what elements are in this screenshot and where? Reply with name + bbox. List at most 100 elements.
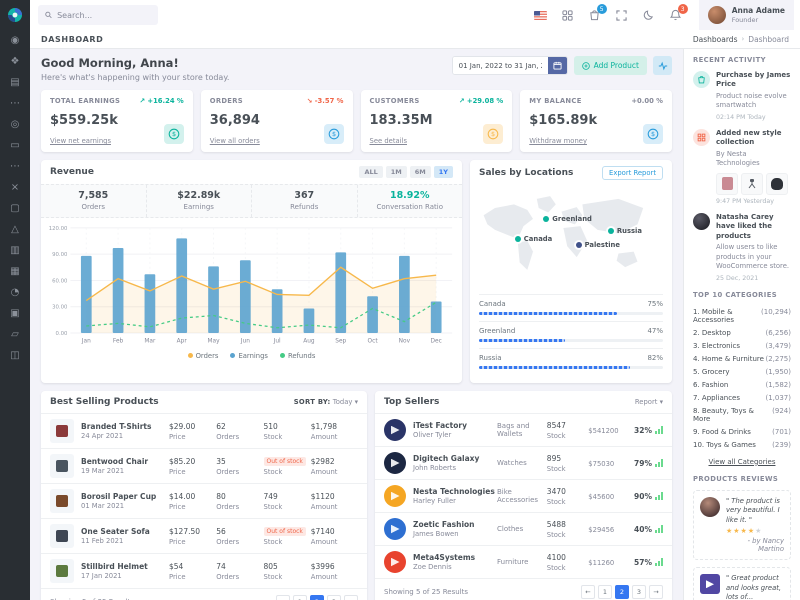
product-name[interactable]: Stillbird Helmet [81,562,169,572]
fullscreen-button[interactable] [615,8,629,22]
seller-company[interactable]: Digitech Galaxy [413,454,497,463]
activity-title[interactable]: Added new style collection [716,129,791,148]
date-range-picker[interactable] [452,56,568,75]
sidebar-nav-item[interactable]: ▤ [0,72,30,93]
map-marker[interactable]: Greenland [543,215,592,223]
activity-title[interactable]: Purchase by James Price [716,71,791,90]
bag-thumbnail[interactable] [766,173,788,195]
map-marker[interactable]: Canada [515,235,552,243]
page-button[interactable]: 3 [632,585,646,599]
sidebar-nav-item[interactable]: ◉ [0,30,30,51]
seller-company[interactable]: Nesta Technologies [413,487,497,496]
sidebar-nav-item[interactable]: ▱ [0,324,30,345]
revenue-filter-chip[interactable]: 1M [386,166,407,178]
table-row[interactable]: Stillbird Helmet 17 Jan 2021 $54Price 74… [41,553,367,588]
seller-company[interactable]: Zoetic Fashion [413,520,497,529]
category-row[interactable]: 9. Food & Drinks (701) [693,426,791,439]
product-name[interactable]: Bentwood Chair [81,457,169,467]
page-button[interactable]: 1 [598,585,612,599]
category-row[interactable]: 4. Home & Furniture (2,275) [693,353,791,366]
category-row[interactable]: 5. Grocery (1,950) [693,366,791,379]
app-logo[interactable] [0,0,30,30]
category-row[interactable]: 8. Beauty, Toys & More (924) [693,405,791,426]
product-name[interactable]: Branded T-Shirts [81,422,169,432]
page-button[interactable]: → [344,595,358,600]
sidebar-nav-item[interactable]: ▣ [0,303,30,324]
page-button[interactable]: 1 [293,595,307,600]
seller-company[interactable]: Meta4Systems [413,553,497,562]
seller-amount: $11260 [588,559,630,567]
sidebar-nav-item[interactable]: ▢ [0,198,30,219]
calendar-button[interactable] [548,57,567,74]
jacket-thumbnail[interactable] [716,173,738,195]
sidebar-nav-item[interactable]: ▥ [0,240,30,261]
table-row[interactable]: Zoetic Fashion James Bowen Clothes 5488S… [375,512,672,545]
sidebar-nav-item[interactable]: ◔ [0,282,30,303]
sidebar-nav-item[interactable]: × [0,177,30,198]
sidebar-nav-item[interactable]: ❖ [0,51,30,72]
table-row[interactable]: Meta4Systems Zoe Dennis Furniture 4100St… [375,545,672,578]
language-flag-button[interactable] [534,8,548,22]
sort-by-dropdown[interactable]: SORT BY: Today ▾ [294,398,358,406]
category-row[interactable]: 6. Fashion (1,582) [693,379,791,392]
table-row[interactable]: iTest Factory Oliver Tyler Bags and Wall… [375,413,672,446]
view-all-categories-link[interactable]: View all Categories [693,458,791,466]
revenue-filter-chip[interactable]: 1Y [434,166,453,178]
breadcrumb-current: Dashboard [748,35,789,44]
page-button[interactable]: 2 [310,595,324,600]
sidebar-nav-item[interactable]: △ [0,219,30,240]
activity-pulse-button[interactable] [653,56,672,75]
legend-item[interactable]: Earnings [230,352,268,360]
table-row[interactable]: Nesta Technologies Harley Fuller Bike Ac… [375,479,672,512]
apps-grid-button[interactable] [561,8,575,22]
category-row[interactable]: 3. Electronics (3,479) [693,340,791,353]
sidebar-nav-item[interactable]: ⋯ [0,93,30,114]
legend-item[interactable]: Refunds [280,352,315,360]
stat-link[interactable]: View net earnings [50,137,111,145]
sidebar-nav-item[interactable]: ▭ [0,135,30,156]
page-button[interactable]: ← [276,595,290,600]
stat-link[interactable]: View all orders [210,137,260,145]
category-row[interactable]: 2. Desktop (6,256) [693,327,791,340]
search-input[interactable] [57,11,151,20]
table-row[interactable]: Digitech Galaxy John Roberts Watches 895… [375,446,672,479]
breadcrumb-root[interactable]: Dashboards [693,35,738,44]
page-button[interactable]: → [649,585,663,599]
date-range-input[interactable] [453,57,548,74]
stat-link[interactable]: Withdraw money [529,137,587,145]
notifications-button[interactable]: 3 [669,8,683,22]
product-name[interactable]: Borosil Paper Cup [81,492,169,502]
sidebar-nav-item[interactable]: ◫ [0,345,30,366]
tripod-thumbnail[interactable] [741,173,763,195]
table-row[interactable]: Branded T-Shirts 24 Apr 2021 $29.00Price… [41,413,367,448]
page-button[interactable]: ← [581,585,595,599]
map-marker[interactable]: Russia [608,227,642,235]
product-name[interactable]: One Seater Sofa [81,527,169,537]
stat-link[interactable]: See details [370,137,407,145]
user-avatar [708,6,726,24]
category-row[interactable]: 10. Toys & Games (239) [693,439,791,452]
revenue-filter-chip[interactable]: 6M [410,166,431,178]
table-row[interactable]: One Seater Sofa 11 Feb 2021 $127.50Price… [41,518,367,553]
sidebar-nav-item[interactable]: ⋯ [0,156,30,177]
dark-mode-button[interactable] [642,8,656,22]
page-button[interactable]: 3 [327,595,341,600]
category-row[interactable]: 1. Mobile & Accessories (10,294) [693,306,791,327]
table-row[interactable]: Borosil Paper Cup 01 Mar 2021 $14.00Pric… [41,483,367,518]
search-box[interactable] [38,5,158,25]
add-product-button[interactable]: Add Product [574,56,647,75]
seller-company[interactable]: iTest Factory [413,421,497,430]
category-row[interactable]: 7. Appliances (1,037) [693,392,791,405]
sidebar-nav-item[interactable]: ◎ [0,114,30,135]
sidebar-nav-item[interactable]: ▦ [0,261,30,282]
legend-item[interactable]: Orders [188,352,219,360]
export-report-button[interactable]: Export Report [602,166,663,180]
map-marker[interactable]: Palestine [576,241,620,249]
revenue-filter-chip[interactable]: ALL [359,166,382,178]
table-row[interactable]: Bentwood Chair 19 Mar 2021 $85.20Price 3… [41,448,367,483]
user-menu[interactable]: Anna Adame Founder [699,0,794,30]
cart-button[interactable]: 5 [588,8,602,22]
activity-title[interactable]: Natasha Carey have liked the products [716,213,791,241]
report-dropdown[interactable]: Report ▾ [635,398,663,406]
page-button[interactable]: 2 [615,585,629,599]
